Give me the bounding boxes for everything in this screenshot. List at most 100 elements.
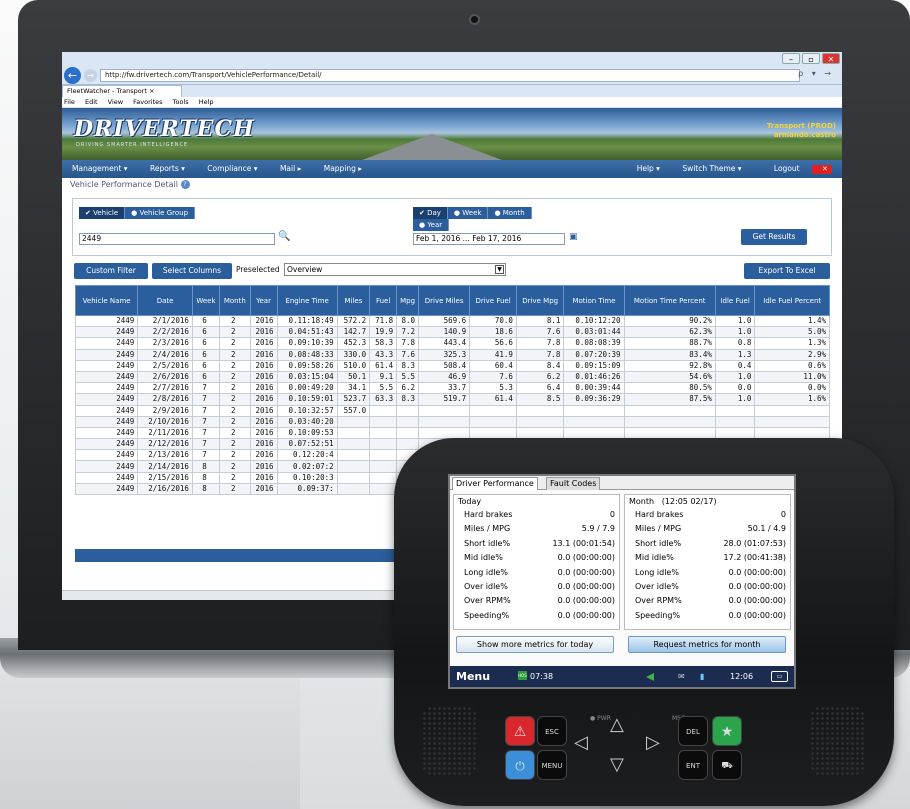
table-cell: 1.0 xyxy=(714,370,756,384)
chevron-down-icon: ▼ xyxy=(495,265,504,274)
tab-close-icon[interactable]: × xyxy=(149,87,154,95)
table-row[interactable]: 2449 2/1/2016 6 2 2016 0.11:18:49 572.2 71.8 8.0… xyxy=(74,314,830,328)
esc-key[interactable]: ESC xyxy=(537,716,567,746)
custom-filter-button[interactable]: Custom Filter xyxy=(74,263,148,279)
column-header[interactable]: Drive Mpg xyxy=(515,285,565,316)
table-cell: 2 xyxy=(219,326,251,339)
table-row[interactable]: 2449 2/8/2016 7 2 2016 0.10:59:01 523.7 63.3 8.3… xyxy=(74,393,830,406)
period-day[interactable]: ✔ Day xyxy=(413,207,448,219)
table-row[interactable]: 2449 2/4/2016 6 2 2016 0.08:48:33 330.0 43.3 7.6… xyxy=(74,348,830,361)
table-cell xyxy=(336,415,371,428)
back-arrow-icon[interactable]: ← xyxy=(64,67,81,84)
down-arrow-icon[interactable]: ▽ xyxy=(610,754,624,775)
nav-management[interactable]: Management ▾ xyxy=(62,164,138,173)
alert-key-icon[interactable]: ⚠ xyxy=(505,716,535,746)
table-row[interactable]: 2449 2/9/2016 7 2 2016 0.10:32:57 557.0 xyxy=(74,404,830,417)
table-row[interactable]: 2449 2/2/2016 6 2 2016 0.04:51:43 142.7 19.9 7.2… xyxy=(74,326,830,339)
menu-help[interactable]: Help xyxy=(199,98,214,106)
column-header[interactable]: Idle Fuel Percent xyxy=(754,285,830,316)
up-arrow-icon[interactable]: △ xyxy=(610,714,624,735)
column-header[interactable]: Motion Time Percent xyxy=(623,285,716,316)
nav-mail[interactable]: Mail ▸ xyxy=(270,164,311,173)
tab-driver-performance[interactable]: Driver Performance xyxy=(452,477,538,490)
menu-file[interactable]: File xyxy=(64,98,75,106)
menu-view[interactable]: View xyxy=(108,98,123,106)
menu-favorites[interactable]: Favorites xyxy=(133,98,162,106)
period-month[interactable]: ● Month xyxy=(488,207,532,219)
calendar-icon[interactable]: ▣ xyxy=(569,232,578,242)
left-arrow-icon[interactable]: ◁ xyxy=(574,732,588,753)
table-row[interactable]: 2449 2/3/2016 6 2 2016 0.09:10:39 452.3 58.3 7.8… xyxy=(74,337,830,350)
table-cell: 60.4 xyxy=(469,359,517,372)
browser-tab[interactable]: FleetWatcher - Transport × xyxy=(62,85,182,97)
month-metrics-button[interactable]: Request metrics for month xyxy=(628,636,786,653)
nav-reports[interactable]: Reports ▾ xyxy=(140,164,195,173)
table-cell: 0.08:48:33 xyxy=(276,348,338,361)
ent-key[interactable]: ENT xyxy=(678,750,708,780)
period-year[interactable]: ● Year xyxy=(413,219,450,231)
table-cell: 2/13/2016 xyxy=(137,449,193,462)
address-bar[interactable]: http://fw.drivertech.com/Transport/Vehic… xyxy=(100,69,800,82)
table-row[interactable]: 2449 2/10/2016 7 2 2016 0.03:40:20 xyxy=(74,415,830,428)
maximize-button[interactable]: ▫ xyxy=(802,53,820,64)
table-row[interactable]: 2449 2/7/2016 7 2 2016 0.00:49:20 34.1 5.5 6.2 33… xyxy=(74,382,830,395)
table-cell: 2016 xyxy=(249,382,278,395)
table-cell: 0.08:08:39 xyxy=(563,337,625,350)
table-row[interactable]: 2449 2/11/2016 7 2 2016 0.10:09:53 xyxy=(74,426,830,440)
metric-row: Hard brakes 0 xyxy=(458,508,615,522)
metric-row: Miles / MPG 5.9 / 7.9 xyxy=(458,522,615,536)
del-key[interactable]: DEL xyxy=(678,716,708,746)
select-columns-button[interactable]: Select Columns xyxy=(152,263,232,279)
close-button[interactable]: ✕ xyxy=(822,53,840,64)
today-metrics-button[interactable]: Show more metrics for today xyxy=(456,636,614,653)
column-header[interactable]: Drive Fuel xyxy=(469,285,517,316)
table-row[interactable]: 2449 2/6/2016 6 2 2016 0.03:15:04 50.1 9.1 5.5 46… xyxy=(74,370,830,384)
nav-logout[interactable]: Logout ✕ xyxy=(754,164,842,174)
table-cell: 2016 xyxy=(249,393,278,406)
right-arrow-icon[interactable]: ▷ xyxy=(646,732,660,753)
column-header[interactable]: Miles xyxy=(336,285,371,316)
column-header[interactable]: Idle Fuel xyxy=(714,285,756,316)
menu-tools[interactable]: Tools xyxy=(173,98,189,106)
search-icon[interactable]: 🔍 xyxy=(278,231,290,242)
star-key-icon[interactable]: ★ xyxy=(712,716,742,746)
nav-mapping[interactable]: Mapping ▸ xyxy=(314,164,372,173)
truck-key-icon[interactable]: ⛟ xyxy=(712,750,742,780)
column-header[interactable]: Engine Time xyxy=(276,285,338,316)
column-header[interactable]: Fuel xyxy=(369,285,398,316)
nav-switch-theme[interactable]: Switch Theme ▾ xyxy=(672,164,751,173)
webcam-icon xyxy=(469,14,480,25)
menu-key[interactable]: MENU xyxy=(537,750,567,780)
device-menu-label[interactable]: Menu xyxy=(456,666,490,687)
column-header[interactable]: Drive Miles xyxy=(418,285,471,316)
table-row[interactable]: 2449 2/5/2016 6 2 2016 0.09:58:26 510.0 61.4 8.3… xyxy=(74,359,830,372)
metric-label: Over idle% xyxy=(464,581,508,591)
vehicle-option[interactable]: ✔ Vehicle xyxy=(79,207,126,219)
tab-fault-codes[interactable]: Fault Codes xyxy=(546,477,601,490)
export-excel-button[interactable]: Export To Excel xyxy=(744,263,830,279)
forward-arrow-icon[interactable]: → xyxy=(84,69,97,82)
address-controls[interactable]: ρ ▾ → xyxy=(798,69,834,78)
nav-compliance[interactable]: Compliance ▾ xyxy=(197,164,267,173)
get-results-button[interactable]: Get Results xyxy=(741,229,807,245)
power-key-icon[interactable]: ⏻ xyxy=(505,750,535,780)
preselected-select[interactable]: Overview ▼ xyxy=(284,263,506,276)
nav-help[interactable]: Help ▾ xyxy=(627,164,670,173)
vehicle-group-option[interactable]: ● Vehicle Group xyxy=(125,207,196,219)
column-header[interactable]: Vehicle Name xyxy=(74,285,139,316)
date-range-input[interactable]: Feb 1, 2016 ... Feb 17, 2016 xyxy=(413,233,565,245)
column-header[interactable]: Week xyxy=(191,285,221,316)
vehicle-input[interactable]: 2449 xyxy=(79,233,275,245)
column-header[interactable]: Date xyxy=(137,285,193,316)
table-cell: 2449 xyxy=(74,426,139,440)
minimize-button[interactable]: – xyxy=(782,53,800,64)
menu-edit[interactable]: Edit xyxy=(85,98,98,106)
column-header[interactable]: Year xyxy=(249,285,278,316)
metric-row: Long idle% 0.0 (00:00:00) xyxy=(629,566,786,580)
column-header[interactable]: Month xyxy=(219,285,251,316)
column-header[interactable]: Motion Time xyxy=(563,285,625,316)
metric-row: Miles / MPG 50.1 / 4.9 xyxy=(629,522,786,536)
help-icon[interactable]: ? xyxy=(180,180,190,189)
period-week[interactable]: ● Week xyxy=(447,207,489,219)
column-header[interactable]: Mpg xyxy=(396,285,420,316)
